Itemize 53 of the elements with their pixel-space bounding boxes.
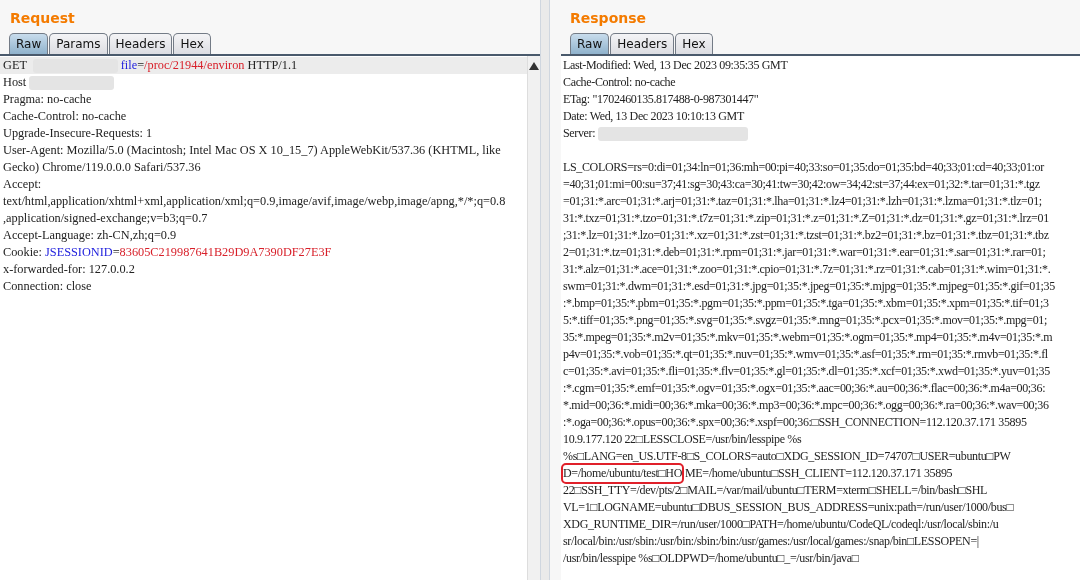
- text-line: c=01;35:*.avi=01;35:*.fli=01;35:*.flv=01;35:*.gl=01;35:*.dl=01;35:*.xcf=01;35:*.xwd=01;35:*.yuv=01;35: [562, 363, 1051, 380]
- text-line: Accept-Language: zh-CN,zh;q=0.9: [2, 227, 178, 244]
- text-line: %s□LANG=en_US.UTF-8□S_COLORS=auto□XDG_SESSION_ID=74707□USER=ubuntu□PW: [562, 448, 1012, 465]
- text-line: LS_COLORS=rs=0:di=01;34:ln=01;36:mh=00:pi=40;33:so=01;35:do=01;35:bd=40;33;01:cd=40;33;01:or: [562, 159, 1045, 176]
- text-line: p4v=01;35:*.vob=01;35:*.qt=01;35:*.nuv=01;35:*.wmv=01;35:*.asf=01;35:*.rm=01;35:*.rmvb=01;35:*.fl: [562, 346, 1049, 363]
- text-line: 35:*.mpeg=01;35:*.m2v=01;35:*.mkv=01;35:*.webm=01;35:*.ogm=01;35:*.mp4=01;35:*.m4v=01;35:*.m: [562, 329, 1054, 346]
- text-line: Accept:: [2, 176, 43, 193]
- tab[interactable]: Headers: [108, 33, 173, 54]
- text-line: :*.bmp=01;35:*.pbm=01;35:*.pgm=01;35:*.ppm=01;35:*.tga=01;35:*.xbm=01;35:*.xpm=01;35:*.tif=01;3: [562, 295, 1050, 312]
- text-line: Last-Modified: Wed, 13 Dec 2023 09:35:35 GMT: [562, 57, 789, 74]
- text-line: Connection: close: [2, 278, 93, 295]
- text-line: 31:*.txz=01;31:*.tzo=01;31:*.t7z=01;31:*.zip=01;31:*.z=01;31:*.Z=01;31:*.dz=01;31:*.gz=01;31:*.lrz=01: [562, 210, 1050, 227]
- text-line: x-forwarded-for: 127.0.0.2: [2, 261, 136, 278]
- text-line: Gecko) Chrome/119.0.0.0 Safari/537.36: [2, 159, 202, 176]
- text-line: text/html,application/xhtml+xml,application/xml;q=0.9,image/avif,image/webp,image/apng,*/*;q=0.8: [2, 193, 507, 210]
- tab[interactable]: Raw: [9, 33, 49, 54]
- scrollbar[interactable]: [527, 56, 540, 580]
- text-line: VL=1□LOGNAME=ubuntu□DBUS_SESSION_BUS_ADDRESS=unix:path=/run/user/1000/bus□: [562, 499, 1015, 516]
- tab[interactable]: Hex: [675, 33, 713, 54]
- text-line: ,application/signed-exchange;v=b3;q=0.7: [2, 210, 209, 227]
- panel-title: Response: [569, 9, 648, 28]
- text-line: Upgrade-Insecure-Requests: 1: [2, 125, 154, 142]
- text-line: Server:: [561, 125, 1080, 142]
- tab[interactable]: Headers: [610, 33, 675, 54]
- text-line: swm=01;31:*.dwm=01;31:*.esd=01;31:*.jpg=01;35:*.jpeg=01;35:*.mjpg=01;35:*.mjpeg=01;35:*.gif=01;35: [562, 278, 1056, 295]
- text-line: =40;31;01:mi=00:su=37;41:sg=30;43:ca=30;41:tw=30;42:ow=34;42:st=37;44:ex=01;32:*.tar=01;31:*.tgz: [562, 176, 1041, 193]
- text-line: User-Agent: Mozilla/5.0 (Macintosh; Intel Mac OS X 10_15_7) AppleWebKit/537.36 (KHTML, like: [2, 142, 502, 159]
- text-line: =01;31:*.arc=01;31:*.arj=01;31:*.taz=01;31:*.lha=01;31:*.lz4=01;31:*.lzh=01;31:*.lzma=01;31:*.tlz=01;: [562, 193, 1043, 210]
- text-line: 22□SSH_TTY=/dev/pts/2□MAIL=/var/mail/ubuntu□TERM=xterm□SHELL=/bin/bash□SHL: [562, 482, 989, 499]
- text-line: Cookie: JSESSIONID=83605C219987641B29D9A7390DF27E3F: [2, 244, 333, 261]
- text-line: Cache-Control: no-cache: [2, 108, 128, 125]
- text-line: Host: [0, 74, 527, 91]
- text-line: Pragma: no-cache: [2, 91, 93, 108]
- tab[interactable]: Raw: [570, 33, 610, 54]
- text-line: XDG_RUNTIME_DIR=/run/user/1000□PATH=/home/ubuntu/CodeQL/codeql:/usr/local/sbin:/u: [562, 516, 1000, 533]
- text-line: Date: Wed, 13 Dec 2023 10:10:13 GMT: [562, 108, 745, 125]
- text-line: :*.cgm=01;35:*.emf=01;35:*.ogv=01;35:*.ogx=01;35:*.aac=00;36:*.au=00;36:*.flac=00;36:*.m4a=00;36:: [562, 380, 1047, 397]
- text-line: Cache-Control: no-cache: [562, 74, 677, 91]
- tab[interactable]: Hex: [173, 33, 211, 54]
- panel-title: Request: [9, 9, 76, 28]
- text-line: 2=01;31:*.tz=01;31:*.deb=01;31:*.rpm=01;31:*.jar=01;31:*.war=01;31:*.ear=01;31:*.sar=01;31:*.rar=01;: [562, 244, 1047, 261]
- text-line: 5:*.tiff=01;35:*.png=01;35:*.svg=01;35:*.svgz=01;35:*.mng=01;35:*.pcx=01;35:*.mov=01;35:*.mpg=01;: [562, 312, 1048, 329]
- text-line: sr/local/bin:/usr/sbin:/usr/bin:/sbin:/bin:/usr/games:/usr/local/games:/snap/bin□LESSOPEN=|: [562, 533, 980, 550]
- tab[interactable]: Params: [49, 33, 108, 54]
- text-line: *.mid=00;36:*.midi=00;36:*.mka=00;36:*.mp3=00;36:*.mpc=00;36:*.ogg=00;36:*.ra=00;36:*.wav=00;36: [562, 397, 1050, 414]
- text-line: /usr/bin/lesspipe %s□OLDPWD=/home/ubuntu□_=/usr/bin/java□: [562, 550, 860, 567]
- text-line: 31:*.alz=01;31:*.ace=01;31:*.zoo=01;31:*.cpio=01;31:*.7z=01;31:*.rz=01;31:*.cab=01;31:*.wim=01;31:*.: [562, 261, 1052, 278]
- text-line: ETag: "1702460135.817488-0-987301447": [562, 91, 760, 108]
- text-line: ;31:*.lz=01;31:*.lzo=01;31:*.xz=01;31:*.zst=01;31:*.tzst=01;31:*.bz2=01;31:*.bz=01;31:*.tbz=01;31:*.tbz: [562, 227, 1050, 244]
- text-line: D=/home/ubuntu/test□HO ME=/home/ubuntu□SSH_CLIENT=112.120.37.171 35895: [561, 465, 1080, 482]
- text-line: :*.oga=00;36:*.opus=00;36:*.spx=00;36:*.xspf=00;36:□SSH_CONNECTION=112.120.37.171 35895: [562, 414, 1028, 431]
- text-line: 10.9.177.120 22□LESSCLOSE=/usr/bin/lesspipe %s: [562, 431, 803, 448]
- scroll-up-arrow-icon[interactable]: [529, 62, 539, 70]
